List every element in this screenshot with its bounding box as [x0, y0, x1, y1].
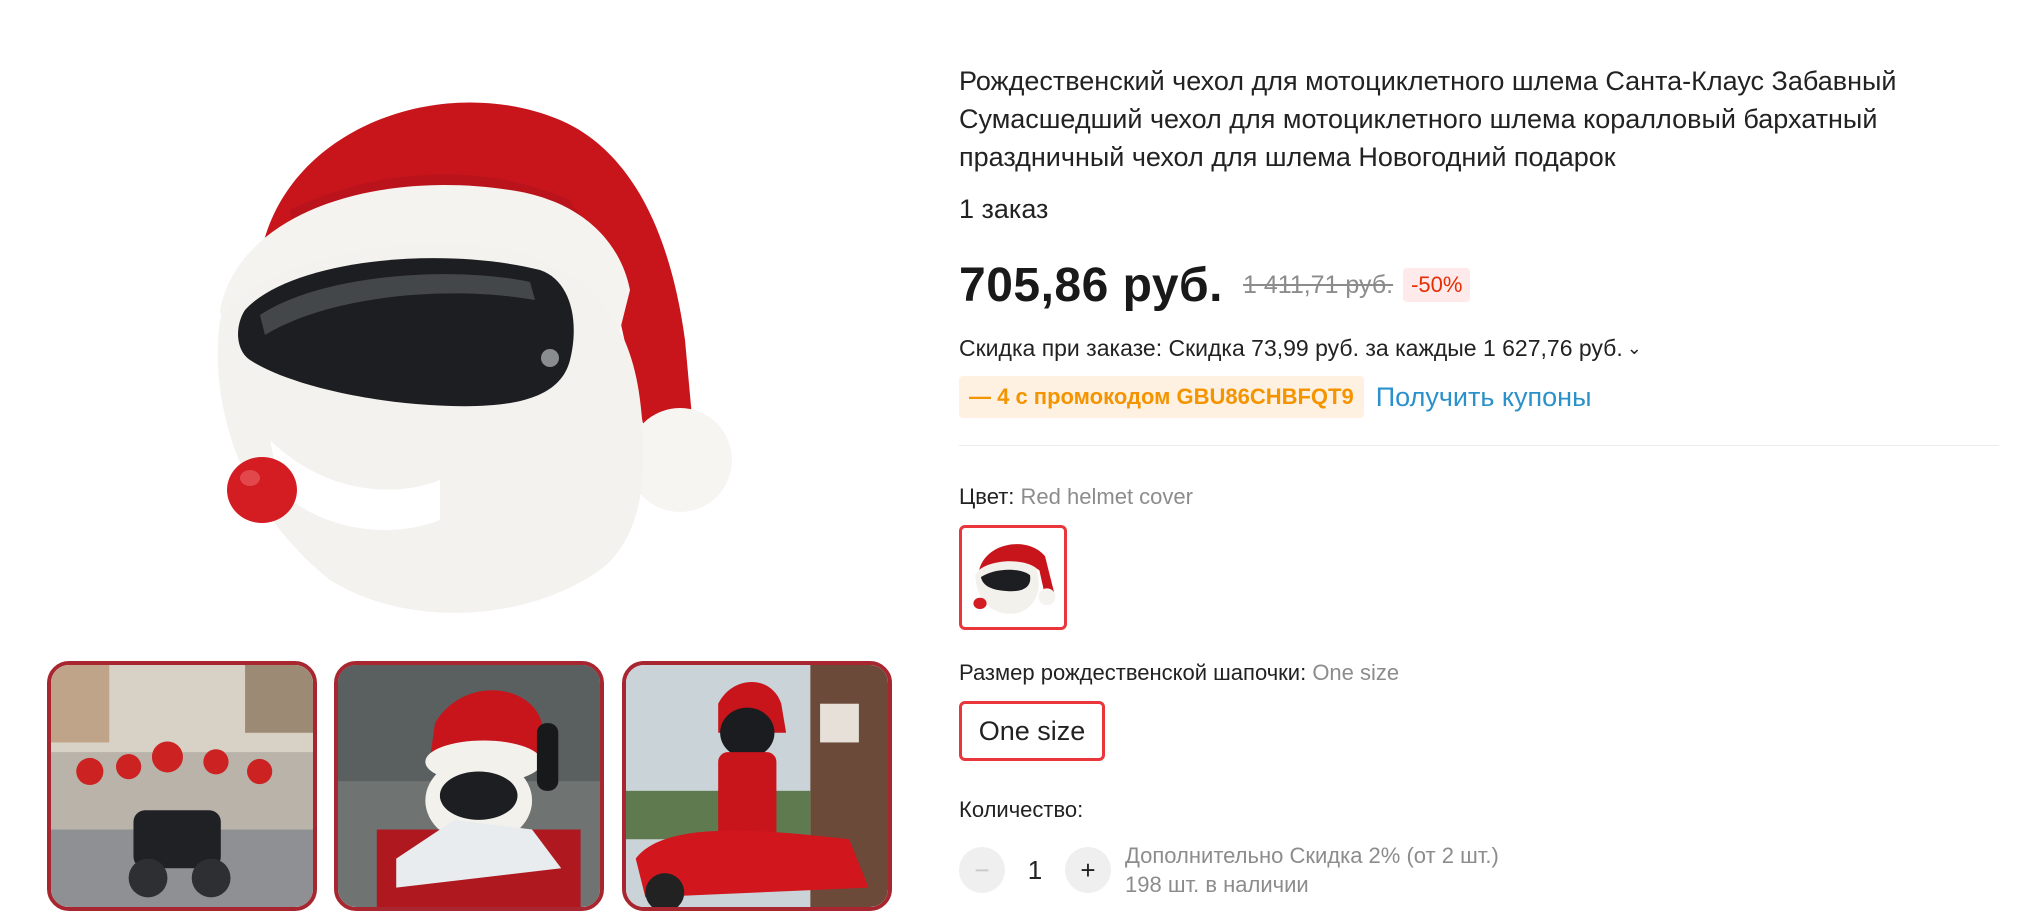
color-label: Цвет: [959, 484, 1015, 509]
chevron-down-icon: ⌄ [1626, 338, 1642, 358]
divider [959, 445, 1999, 446]
size-label: Размер рождественской шапочки: [959, 660, 1307, 685]
increase-quantity-button[interactable]: + [1065, 847, 1111, 893]
orders-count: 1 заказ [959, 194, 1049, 224]
quantity-info: Дополнительно Скидка 2% (от 2 шт.) 198 ш… [1125, 841, 1499, 899]
color-label-row: Цвет: Red helmet cover [959, 484, 1193, 510]
quantity-label: Количество: [959, 797, 1084, 822]
current-price: 705,86 руб. [959, 258, 1224, 312]
stock-text: 198 шт. в наличии [1125, 872, 1309, 897]
bulk-discount-text: Скидка при заказе: Скидка 73,99 руб. за … [959, 335, 1623, 361]
thumbnail-photo-riders [51, 665, 313, 907]
helmet-image [217, 102, 732, 613]
quantity-value[interactable]: 1 [1005, 855, 1065, 886]
minus-icon: − [974, 854, 990, 885]
thumbnail-image-3[interactable] [622, 661, 892, 911]
product-title: Рождественский чехол для мотоциклетного … [959, 66, 1897, 172]
extra-discount-text: Дополнительно Скидка 2% (от 2 шт.) [1125, 843, 1499, 868]
size-option-one-size[interactable]: One size [959, 701, 1105, 761]
thumbnail-image-2[interactable] [334, 661, 604, 911]
get-coupons-link[interactable]: Получить купоны [1376, 382, 1592, 413]
decrease-quantity-button[interactable]: − [959, 847, 1005, 893]
thumbnail-photo-santa-waving [338, 665, 600, 907]
size-value: One size [1312, 660, 1400, 685]
old-price: 1 411,71 руб. [1243, 270, 1394, 299]
quantity-stepper: − 1 + Дополнительно Скидка 2% (от 2 шт.)… [959, 841, 1499, 899]
color-swatch-image [973, 544, 1056, 614]
bulk-discount-toggle[interactable]: Скидка при заказе: Скидка 73,99 руб. за … [959, 335, 1642, 362]
price-row: 705,86 руб. 1 411,71 руб. -50% [959, 255, 1471, 315]
size-label-row: Размер рождественской шапочки: One size [959, 660, 1399, 686]
color-option-red-helmet-cover[interactable] [959, 525, 1067, 630]
thumbnail-image-1[interactable] [47, 661, 317, 911]
promo-code-chip[interactable]: — 4 с промокодом GBU86CHBFQT9 [959, 376, 1364, 418]
thumbnail-photo-santa-motorbike [626, 665, 888, 907]
promo-row: — 4 с промокодом GBU86CHBFQT9 Получить к… [959, 376, 1591, 418]
discount-badge: -50% [1403, 268, 1471, 302]
main-product-image[interactable] [150, 60, 770, 650]
color-value: Red helmet cover [1020, 484, 1193, 509]
plus-icon: + [1080, 854, 1096, 885]
